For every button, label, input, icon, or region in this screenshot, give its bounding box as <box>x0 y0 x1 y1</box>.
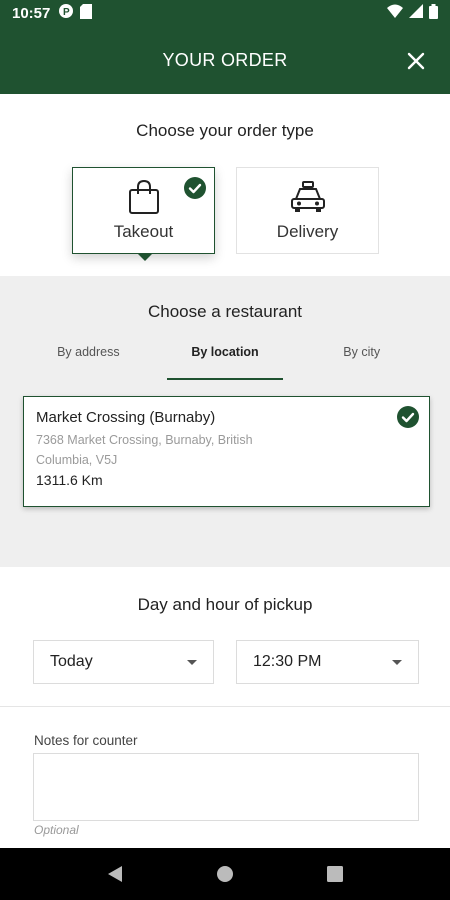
tab-by-city[interactable]: By city <box>293 344 430 380</box>
pickup-day-select[interactable]: Today <box>33 640 214 684</box>
takeout-label: Takeout <box>113 222 174 241</box>
pickup-heading: Day and hour of pickup <box>137 595 313 614</box>
recents-square-icon <box>327 866 343 882</box>
battery-icon <box>429 3 438 24</box>
notes-label: Notes for counter <box>34 733 138 748</box>
tab-by-location[interactable]: By location <box>157 344 294 380</box>
notes-input[interactable] <box>33 753 419 821</box>
delivery-label: Delivery <box>276 222 339 241</box>
page-title: YOUR ORDER <box>162 50 288 70</box>
svg-text:P: P <box>63 7 70 18</box>
delivery-option[interactable]: Delivery <box>236 167 379 254</box>
check-circle-icon <box>184 177 206 204</box>
restaurant-address: 7368 Market Crossing, Burnaby, British C… <box>36 433 253 467</box>
wifi-icon <box>387 4 403 23</box>
status-time: 10:57 <box>12 5 51 22</box>
shopping-bag-icon <box>127 179 161 215</box>
signal-icon <box>409 4 423 23</box>
close-button[interactable] <box>404 49 428 73</box>
recents-button[interactable] <box>315 854 355 894</box>
restaurant-card[interactable]: Market Crossing (Burnaby) 7368 Market Cr… <box>23 396 430 507</box>
pickup-time-value: 12:30 PM <box>253 653 322 670</box>
car-icon <box>290 179 326 215</box>
selection-pointer <box>137 253 153 261</box>
restaurant-section: Choose a restaurant By address By locati… <box>0 276 450 567</box>
home-circle-icon <box>217 866 233 882</box>
order-type-section: Choose your order type Takeout Delivery <box>0 94 450 276</box>
restaurant-tabs: By address By location By city <box>20 344 430 380</box>
order-type-heading: Choose your order type <box>136 121 314 140</box>
notes-hint: Optional <box>34 823 79 837</box>
check-circle-icon <box>397 406 419 433</box>
restaurant-heading: Choose a restaurant <box>147 302 303 321</box>
system-nav-bar <box>0 848 450 900</box>
dropdown-caret-icon <box>187 659 197 665</box>
home-button[interactable] <box>205 854 245 894</box>
notes-section: Notes for counter Optional <box>0 707 450 848</box>
notification-p-icon: P <box>58 3 74 24</box>
back-button[interactable] <box>95 854 135 894</box>
back-triangle-icon <box>108 866 122 882</box>
tab-by-address[interactable]: By address <box>20 344 157 380</box>
pickup-time-select[interactable]: 12:30 PM <box>236 640 419 684</box>
app-bar: YOUR ORDER <box>0 27 450 94</box>
close-icon <box>407 52 425 70</box>
sd-card-icon <box>80 3 93 24</box>
restaurant-name: Market Crossing (Burnaby) <box>36 409 216 426</box>
restaurant-distance: 1311.6 Km <box>36 472 103 488</box>
dropdown-caret-icon <box>392 659 402 665</box>
pickup-day-value: Today <box>50 653 93 670</box>
takeout-option[interactable]: Takeout <box>72 167 215 254</box>
pickup-section: Day and hour of pickup Today 12:30 PM <box>0 567 450 707</box>
status-bar: 10:57 P <box>0 0 450 27</box>
